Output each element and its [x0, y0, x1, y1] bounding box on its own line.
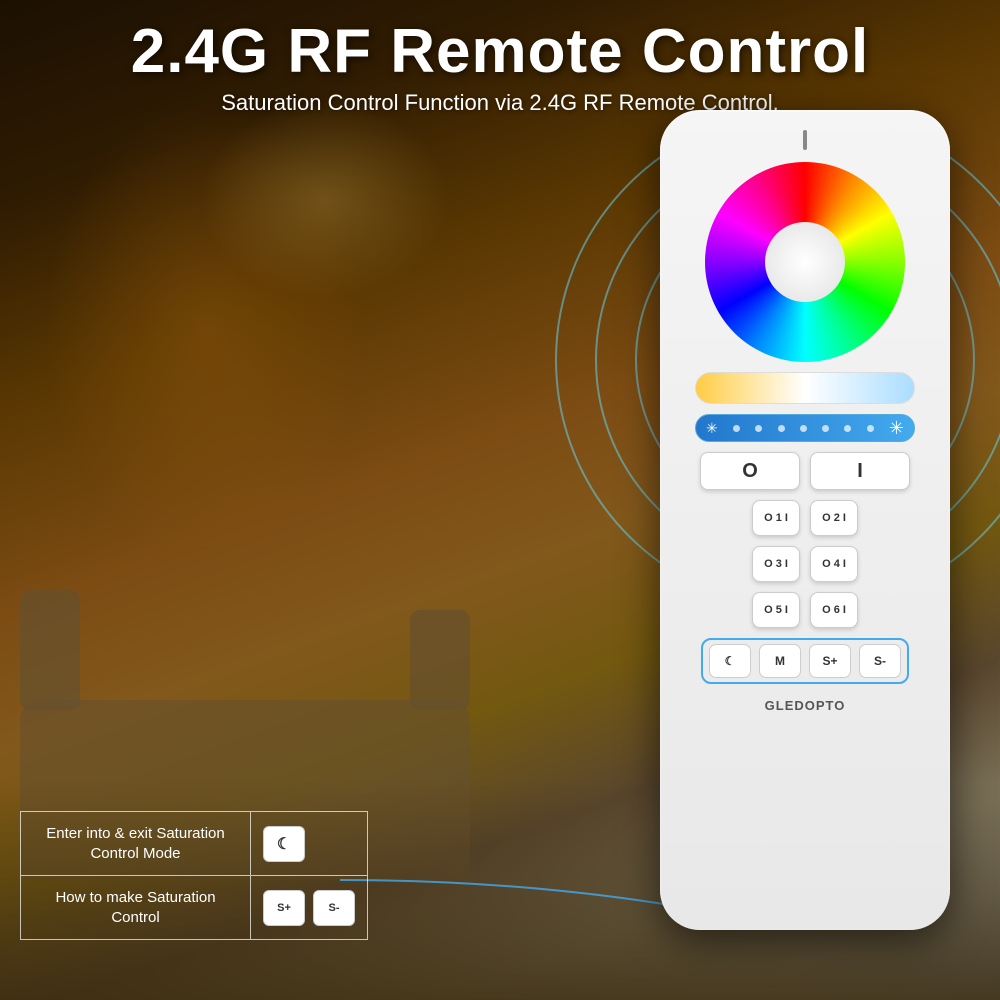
remote-control: ✳ ✳ O I O 1 I O 2 I O 3 I O 4 I O 5 I — [660, 110, 950, 930]
color-wheel[interactable] — [705, 162, 905, 362]
how-to-label: How to make Saturation Control — [21, 876, 251, 939]
zone-row-2: O 3 I O 4 I — [695, 546, 915, 582]
all-off-button[interactable]: I — [810, 452, 910, 490]
moon-mode-button[interactable]: ☾ — [709, 644, 751, 678]
zone-row-3: O 5 I O 6 I — [695, 592, 915, 628]
color-wheel-container — [705, 162, 905, 362]
bright-dot — [800, 425, 807, 432]
bright-dot — [822, 425, 829, 432]
enter-exit-buttons: ☾ — [251, 816, 317, 872]
zone4-on-button[interactable]: O 4 I — [810, 546, 858, 582]
color-wheel-center — [765, 222, 845, 302]
zone1-on-button[interactable]: O 1 I — [752, 500, 800, 536]
enter-exit-moon-button[interactable]: ☾ — [263, 826, 305, 862]
bottom-function-row: ☾ M S+ S- — [701, 638, 909, 684]
saturation-minus-button[interactable]: S- — [859, 644, 901, 678]
how-to-buttons: S+ S- — [251, 880, 367, 936]
saturation-minus-info-button[interactable]: S- — [313, 890, 355, 926]
brand-logo: GLEDOPTO — [765, 698, 846, 713]
remote-body: ✳ ✳ O I O 1 I O 2 I O 3 I O 4 I O 5 I — [660, 110, 950, 930]
info-box-how-to: How to make Saturation Control S+ S- — [20, 875, 368, 940]
bright-dot — [755, 425, 762, 432]
saturation-plus-info-button[interactable]: S+ — [263, 890, 305, 926]
temperature-slider[interactable] — [695, 372, 915, 404]
bright-dot — [778, 425, 785, 432]
zone6-on-button[interactable]: O 6 I — [810, 592, 858, 628]
bright-dot — [733, 425, 740, 432]
zone2-on-button[interactable]: O 2 I — [810, 500, 858, 536]
mode-button[interactable]: M — [759, 644, 801, 678]
brightness-max-icon: ✳ — [889, 418, 904, 439]
zone3-on-button[interactable]: O 3 I — [752, 546, 800, 582]
bright-dot — [867, 425, 874, 432]
ir-indicator — [803, 130, 807, 150]
enter-exit-label: Enter into & exit Saturation Control Mod… — [21, 812, 251, 875]
bright-dot — [844, 425, 851, 432]
brightness-slider[interactable]: ✳ ✳ — [695, 414, 915, 442]
main-title: 2.4G RF Remote Control — [0, 18, 1000, 86]
zone-row-1: O 1 I O 2 I — [695, 500, 915, 536]
brightness-min-icon: ✳ — [706, 420, 718, 437]
all-on-button[interactable]: O — [700, 452, 800, 490]
header-section: 2.4G RF Remote Control Saturation Contro… — [0, 18, 1000, 116]
info-boxes: Enter into & exit Saturation Control Mod… — [20, 811, 368, 940]
info-box-enter-exit: Enter into & exit Saturation Control Mod… — [20, 811, 368, 875]
zone5-on-button[interactable]: O 5 I — [752, 592, 800, 628]
power-row: O I — [695, 452, 915, 490]
saturation-plus-button[interactable]: S+ — [809, 644, 851, 678]
